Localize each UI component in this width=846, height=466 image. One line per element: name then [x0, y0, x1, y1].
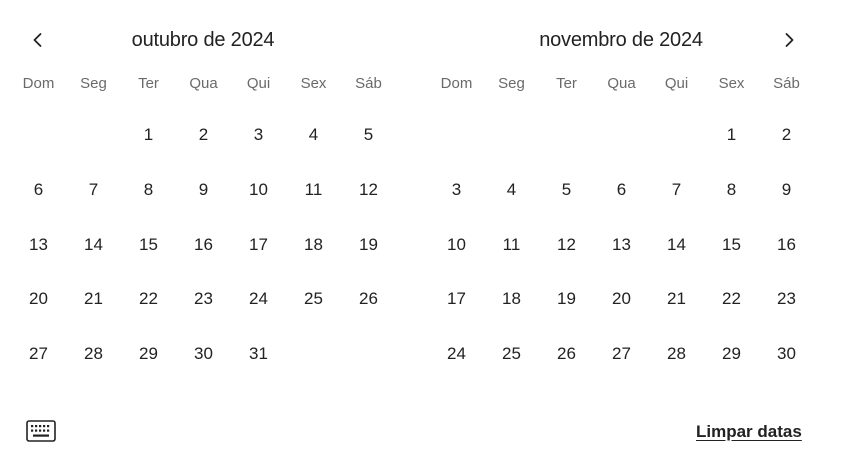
day-cell[interactable]: 27 [11, 327, 66, 382]
weekday-label: Qui [664, 75, 689, 92]
day-cell[interactable]: 22 [704, 272, 759, 327]
day-cell[interactable]: 20 [11, 272, 66, 327]
day-cell[interactable]: 30 [759, 327, 814, 382]
day-cell[interactable]: 12 [341, 163, 396, 218]
day-cell[interactable]: 15 [704, 217, 759, 272]
day-cell[interactable]: 19 [341, 217, 396, 272]
day-cell[interactable]: 26 [341, 272, 396, 327]
day-cell[interactable]: 9 [176, 163, 231, 218]
day-grid: 1 2 3 4 5 6 7 8 9 10 11 12 13 14 15 16 17 18 19 20 21 22 23 24 2… [11, 108, 395, 381]
day-cell[interactable]: 5 [539, 163, 594, 218]
day-cell[interactable]: 8 [704, 163, 759, 218]
weekday-label: Seg [80, 75, 107, 92]
day-cell[interactable]: 7 [66, 163, 121, 218]
day-cell[interactable]: 13 [11, 217, 66, 272]
weekday-label: Sex [300, 75, 327, 92]
day-cell[interactable]: 30 [176, 327, 231, 382]
day-cell[interactable]: 2 [176, 108, 231, 163]
weekday-label: Sáb [355, 75, 382, 92]
weekday-label: Qua [189, 75, 218, 92]
weekday-label: Sex [718, 75, 745, 92]
weekday-header: Dom Seg Ter Qua Qui Sex Sáb [11, 74, 395, 94]
day-cell[interactable]: 11 [484, 217, 539, 272]
day-cell[interactable]: 9 [759, 163, 814, 218]
day-cell[interactable]: 20 [594, 272, 649, 327]
weekday-label: Qui [246, 75, 271, 92]
day-cell[interactable]: 6 [594, 163, 649, 218]
day-cell[interactable]: 21 [649, 272, 704, 327]
empty-day-cell [594, 108, 649, 163]
keyboard-shortcuts-button[interactable] [26, 420, 56, 442]
empty-day-cell [539, 108, 594, 163]
empty-day-cell [66, 108, 121, 163]
day-cell[interactable]: 13 [594, 217, 649, 272]
weekday-label: Sáb [773, 75, 800, 92]
day-cell[interactable]: 17 [231, 217, 286, 272]
day-cell[interactable]: 16 [759, 217, 814, 272]
day-grid: 1 2 3 4 5 6 7 8 9 10 11 12 13 14 15 16 17 18 19 20 21 22 23 24 2… [429, 108, 813, 381]
weekday-label: Dom [22, 75, 55, 92]
day-cell[interactable]: 12 [539, 217, 594, 272]
month-title: outubro de 2024 [131, 29, 275, 51]
day-cell[interactable]: 31 [231, 327, 286, 382]
day-cell[interactable]: 3 [429, 163, 484, 218]
day-cell[interactable]: 25 [286, 272, 341, 327]
empty-day-cell [429, 108, 484, 163]
month-november: novembro de 2024 Dom Seg Ter Qua Qui Sex… [429, 24, 813, 381]
day-cell[interactable]: 24 [231, 272, 286, 327]
day-cell[interactable]: 1 [704, 108, 759, 163]
day-cell[interactable]: 14 [649, 217, 704, 272]
day-cell[interactable]: 4 [484, 163, 539, 218]
empty-day-cell [649, 108, 704, 163]
day-cell[interactable]: 28 [66, 327, 121, 382]
day-cell[interactable]: 17 [429, 272, 484, 327]
day-cell[interactable]: 10 [429, 217, 484, 272]
day-cell[interactable]: 7 [649, 163, 704, 218]
day-cell[interactable]: 2 [759, 108, 814, 163]
day-cell[interactable]: 10 [231, 163, 286, 218]
day-cell[interactable]: 29 [704, 327, 759, 382]
day-cell[interactable]: 4 [286, 108, 341, 163]
day-cell[interactable]: 21 [66, 272, 121, 327]
day-cell[interactable]: 16 [176, 217, 231, 272]
day-cell[interactable]: 18 [484, 272, 539, 327]
weekday-header: Dom Seg Ter Qua Qui Sex Sáb [429, 74, 813, 94]
weekday-label: Ter [138, 75, 159, 92]
day-cell[interactable]: 23 [176, 272, 231, 327]
day-cell[interactable]: 29 [121, 327, 176, 382]
month-october: outubro de 2024 Dom Seg Ter Qua Qui Sex … [11, 24, 395, 381]
weekday-label: Ter [556, 75, 577, 92]
month-title: novembro de 2024 [539, 29, 703, 51]
day-cell[interactable]: 3 [231, 108, 286, 163]
weekday-label: Seg [498, 75, 525, 92]
day-cell[interactable]: 8 [121, 163, 176, 218]
day-cell[interactable]: 25 [484, 327, 539, 382]
weekday-label: Qua [607, 75, 636, 92]
empty-day-cell [11, 108, 66, 163]
day-cell[interactable]: 28 [649, 327, 704, 382]
day-cell[interactable]: 19 [539, 272, 594, 327]
clear-dates-link[interactable]: Limpar datas [696, 422, 802, 442]
empty-day-cell [484, 108, 539, 163]
day-cell[interactable]: 23 [759, 272, 814, 327]
day-cell[interactable]: 5 [341, 108, 396, 163]
day-cell[interactable]: 26 [539, 327, 594, 382]
day-cell[interactable]: 27 [594, 327, 649, 382]
day-cell[interactable]: 22 [121, 272, 176, 327]
day-cell[interactable]: 24 [429, 327, 484, 382]
keyboard-icon [26, 420, 56, 442]
weekday-label: Dom [440, 75, 473, 92]
day-cell[interactable]: 18 [286, 217, 341, 272]
day-cell[interactable]: 11 [286, 163, 341, 218]
day-cell[interactable]: 1 [121, 108, 176, 163]
day-cell[interactable]: 15 [121, 217, 176, 272]
day-cell[interactable]: 6 [11, 163, 66, 218]
day-cell[interactable]: 14 [66, 217, 121, 272]
